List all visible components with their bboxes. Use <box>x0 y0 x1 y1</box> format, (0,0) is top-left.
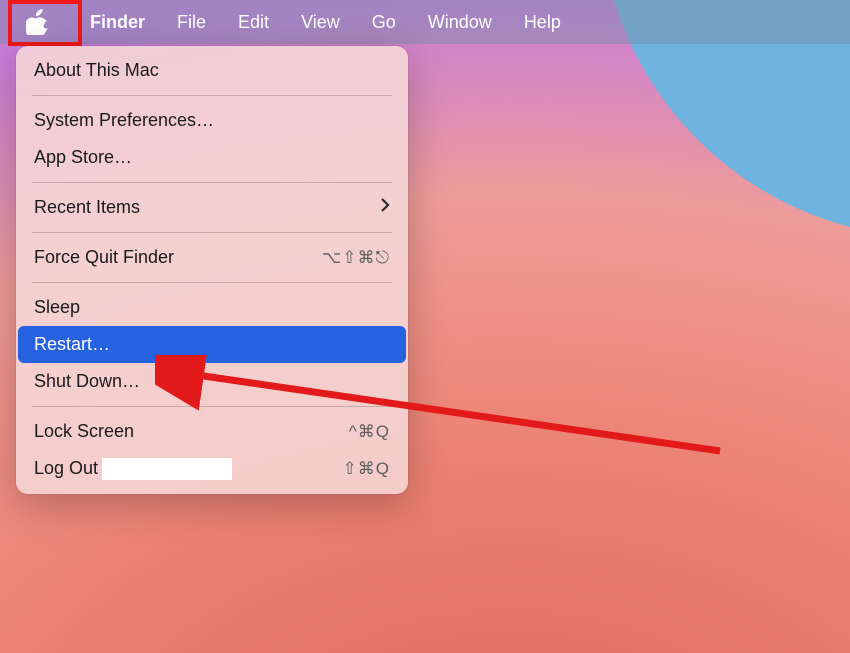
menubar-app-name[interactable]: Finder <box>74 0 161 44</box>
menu-separator <box>32 282 392 283</box>
redacted-username <box>102 458 232 480</box>
menu-item-label: App Store… <box>34 147 132 168</box>
menu-item-label: About This Mac <box>34 60 159 81</box>
menu-item-label: Lock Screen <box>34 421 134 442</box>
menubar-item-edit[interactable]: Edit <box>222 0 285 44</box>
menu-item-label: Restart… <box>34 334 110 355</box>
menu-separator <box>32 95 392 96</box>
apple-logo-icon <box>26 9 48 35</box>
menu-item-sleep[interactable]: Sleep <box>18 289 406 326</box>
menu-item-app-store[interactable]: App Store… <box>18 139 406 176</box>
menubar-item-help[interactable]: Help <box>508 0 577 44</box>
menu-item-label: Force Quit Finder <box>34 247 174 268</box>
menu-item-label: Shut Down… <box>34 371 140 392</box>
chevron-right-icon <box>380 197 390 218</box>
menu-item-label: Log Out <box>34 458 232 480</box>
apple-menu-dropdown: About This Mac System Preferences… App S… <box>16 46 408 494</box>
menu-item-label: System Preferences… <box>34 110 214 131</box>
menu-item-recent-items[interactable]: Recent Items <box>18 189 406 226</box>
menu-item-restart[interactable]: Restart… <box>18 326 406 363</box>
menu-separator <box>32 182 392 183</box>
menu-item-shut-down[interactable]: Shut Down… <box>18 363 406 400</box>
menu-item-force-quit[interactable]: Force Quit Finder ⌥⇧⌘⎋ <box>18 239 406 276</box>
menu-item-log-out[interactable]: Log Out ⇧⌘Q <box>18 450 406 488</box>
menu-item-system-preferences[interactable]: System Preferences… <box>18 102 406 139</box>
menu-item-lock-screen[interactable]: Lock Screen ^⌘Q <box>18 413 406 450</box>
keyboard-shortcut: ⌥⇧⌘⎋ <box>322 248 390 268</box>
keyboard-shortcut: ⇧⌘Q <box>343 459 390 479</box>
menu-separator <box>32 232 392 233</box>
apple-menu-button[interactable] <box>0 0 74 44</box>
menu-separator <box>32 406 392 407</box>
menubar-item-view[interactable]: View <box>285 0 356 44</box>
menu-item-label: Recent Items <box>34 197 140 218</box>
menu-item-about-this-mac[interactable]: About This Mac <box>18 52 406 89</box>
menu-item-label: Sleep <box>34 297 80 318</box>
menubar-item-go[interactable]: Go <box>356 0 412 44</box>
keyboard-shortcut: ^⌘Q <box>349 422 390 442</box>
menubar-item-file[interactable]: File <box>161 0 222 44</box>
menubar: Finder File Edit View Go Window Help <box>0 0 850 44</box>
menubar-item-window[interactable]: Window <box>412 0 508 44</box>
